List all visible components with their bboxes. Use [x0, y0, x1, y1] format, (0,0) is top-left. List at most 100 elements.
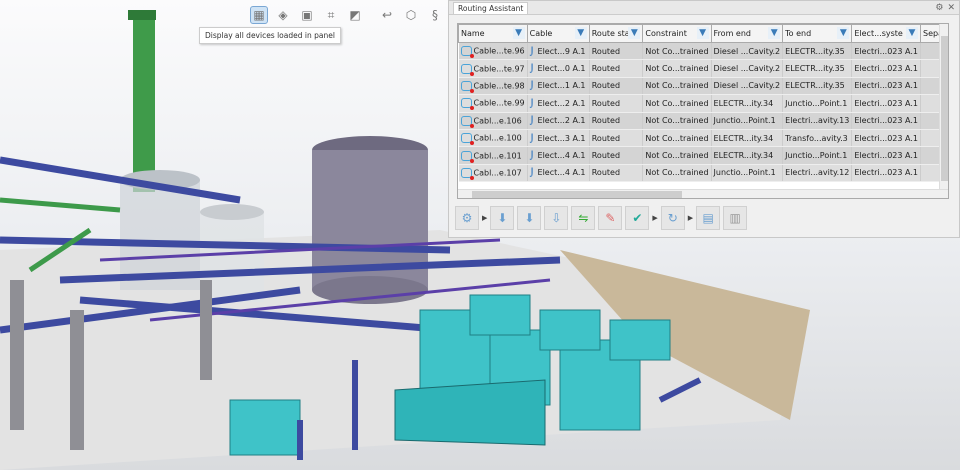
filter-icon[interactable]: ▼	[628, 27, 641, 39]
connection-matrix-icon[interactable]: ⌗	[322, 6, 340, 24]
update-icon[interactable]: ↻	[660, 206, 685, 230]
cell-text: Cable...te.98	[473, 81, 525, 91]
table-cell: Junctio...Point.1	[782, 146, 853, 165]
cable-icon: ⌡	[529, 116, 535, 126]
vertical-scrollbar[interactable]	[939, 24, 948, 198]
cable-icon: ⌡	[529, 151, 535, 161]
column-header[interactable]: Elect...syste ▼	[851, 24, 921, 43]
table-cell: Cable...te.96	[458, 42, 528, 61]
display-devices-icon[interactable]: ▦	[250, 6, 268, 24]
filter-icon[interactable]: ▼	[906, 27, 918, 39]
table-row[interactable]: Cable...te.98 ⌡ Elect...1 A.1 Routed Not Co.…	[458, 77, 948, 96]
table-cell: ELECTR...ity.34	[711, 94, 784, 113]
panel-view-icon[interactable]: ▣	[298, 6, 316, 24]
horizontal-scrollbar[interactable]	[458, 189, 948, 198]
column-label: Cable	[529, 29, 553, 38]
cable-icon: ⌡	[529, 133, 535, 143]
table-row[interactable]: Cabl...e.100 ⌡ Elect...3 A.1 Routed Not Co..…	[458, 129, 948, 148]
cell-text: Elect...4 A.1	[537, 151, 586, 161]
filter-icon[interactable]: ▼	[574, 27, 587, 39]
route-icon[interactable]: ↩	[378, 6, 396, 24]
settings-icon[interactable]: ⚙	[935, 3, 943, 13]
filter-icon[interactable]: ▼	[768, 27, 781, 39]
table-cell: ⌡ Elect...2 A.1	[527, 112, 590, 130]
table-cell: Routed	[589, 59, 644, 78]
cell-text: Elect...2 A.1	[537, 98, 586, 108]
column-header[interactable]: From end ▼	[710, 24, 784, 43]
cell-text: Elect...9 A.1	[537, 46, 586, 56]
export-table-icon[interactable]: ▤	[696, 206, 721, 230]
cell-text: Routed	[591, 168, 621, 178]
column-header[interactable]: Route stat ▼	[588, 24, 644, 43]
table-row[interactable]: Cable...te.99 ⌡ Elect...2 A.1 Routed Not Co.…	[458, 94, 948, 113]
cell-text: Elect...3 A.1	[537, 133, 586, 143]
table-cell: ⌡ Elect...4 A.1	[527, 164, 590, 183]
column-header[interactable]: Constraint ▼	[642, 24, 712, 43]
validate-route-icon[interactable]: ✔	[625, 206, 650, 230]
cell-text: Not Co...trained	[645, 98, 709, 108]
cable-icon: ⌡	[529, 64, 535, 74]
viewport-toolbar: ▦ ◈ ▣ ⌗ ◩ ↩ ⬡ § ⚙	[250, 6, 468, 24]
cell-text: Routed	[591, 133, 621, 143]
radiator-bank	[394, 379, 546, 446]
table-cell: Routed	[589, 146, 644, 165]
cell-text: Not Co...trained	[645, 81, 709, 91]
column-header[interactable]: Cable ▼	[526, 24, 590, 43]
cell-text: Electri...023 A.1	[854, 46, 918, 56]
column-header[interactable]: To end ▼	[782, 24, 853, 43]
filter-icon[interactable]: ▼	[512, 27, 525, 39]
table-row[interactable]: Cabl...e.107 ⌡ Elect...4 A.1 Routed Not Co..…	[458, 164, 948, 183]
part-icon[interactable]: ⬡	[402, 6, 420, 24]
table-row[interactable]: Cabl...e.101 ⌡ Elect...4 A.1 Routed Not Co..…	[458, 146, 948, 165]
column-label: Route stat	[591, 29, 633, 38]
cell-text: Diesel ...Cavity.2	[713, 81, 781, 91]
close-icon[interactable]: ✕	[947, 3, 955, 13]
table-cell: ⌡ Elect...0 A.1	[527, 59, 590, 78]
filter-icon[interactable]: ▼	[696, 27, 709, 39]
harness-icon[interactable]: §	[426, 6, 444, 24]
filter-icon[interactable]: ▼	[837, 27, 850, 39]
table-cell: Diesel ...Cavity.2	[711, 59, 784, 78]
table-cell: Electri...023 A.1	[851, 94, 921, 113]
table-cell: Routed	[589, 77, 644, 96]
cell-text: Routed	[591, 151, 621, 161]
table-cell: ⌡ Elect...9 A.1	[527, 42, 590, 61]
table-cell: ELECTR...ity.34	[711, 146, 784, 165]
reroute-icon[interactable]: ⇋	[571, 206, 596, 230]
filter-devices-icon[interactable]: ◩	[346, 6, 364, 24]
table-cell: Electri...avity.13	[782, 112, 853, 130]
table-cell: Cabl...e.106	[458, 112, 528, 130]
cell-text: Junctio...Point.1	[713, 168, 776, 178]
table-cell: Junctio...Point.1	[711, 112, 784, 130]
report-icon[interactable]: ▥	[723, 206, 748, 230]
cell-text: Cable...te.97	[473, 64, 525, 74]
column-header[interactable]: Name ▼	[458, 24, 528, 43]
cable-route-icon	[460, 63, 474, 76]
table-cell: Not Co...trained	[642, 146, 712, 165]
table-row[interactable]: Cable...te.97 ⌡ Elect...0 A.1 Routed Not Co.…	[458, 59, 948, 78]
table-cell: Transfo...avity.3	[782, 129, 853, 148]
delete-route-icon[interactable]: ✎	[598, 206, 623, 230]
table-cell: Electri...023 A.1	[851, 42, 921, 61]
table-cell: Electri...023 A.1	[851, 59, 921, 78]
unroute-icon[interactable]: ⇩	[544, 206, 569, 230]
place-device-icon[interactable]: ◈	[274, 6, 292, 24]
table-cell: Electri...023 A.1	[851, 129, 921, 148]
route-multiple-icon[interactable]: ⬇	[517, 206, 542, 230]
cell-text: Not Co...trained	[645, 46, 709, 56]
cell-text: Cable...te.96	[473, 46, 525, 56]
table-cell: ELECTR...ity.35	[782, 77, 853, 96]
table-cell: Routed	[589, 164, 644, 183]
column-label: To end	[785, 29, 812, 38]
cable-icon: ⌡	[529, 98, 535, 108]
route-settings-icon[interactable]: ⚙	[455, 206, 479, 230]
table-row[interactable]: Cabl...e.106 ⌡ Elect...2 A.1 Routed Not Co..…	[458, 112, 948, 130]
table-cell: ⌡ Elect...2 A.1	[527, 94, 590, 113]
cell-text: ELECTR...ity.34	[713, 133, 774, 143]
table-row[interactable]: Cable...te.96 ⌡ Elect...9 A.1 Routed Not Co.…	[458, 42, 948, 61]
cell-text: Not Co...trained	[645, 168, 709, 178]
cell-text: Routed	[591, 64, 621, 74]
tooltip: Display all devices loaded in panel	[199, 27, 341, 44]
route-cable-icon[interactable]: ⬇	[490, 206, 515, 230]
cell-text: Routed	[591, 81, 621, 91]
